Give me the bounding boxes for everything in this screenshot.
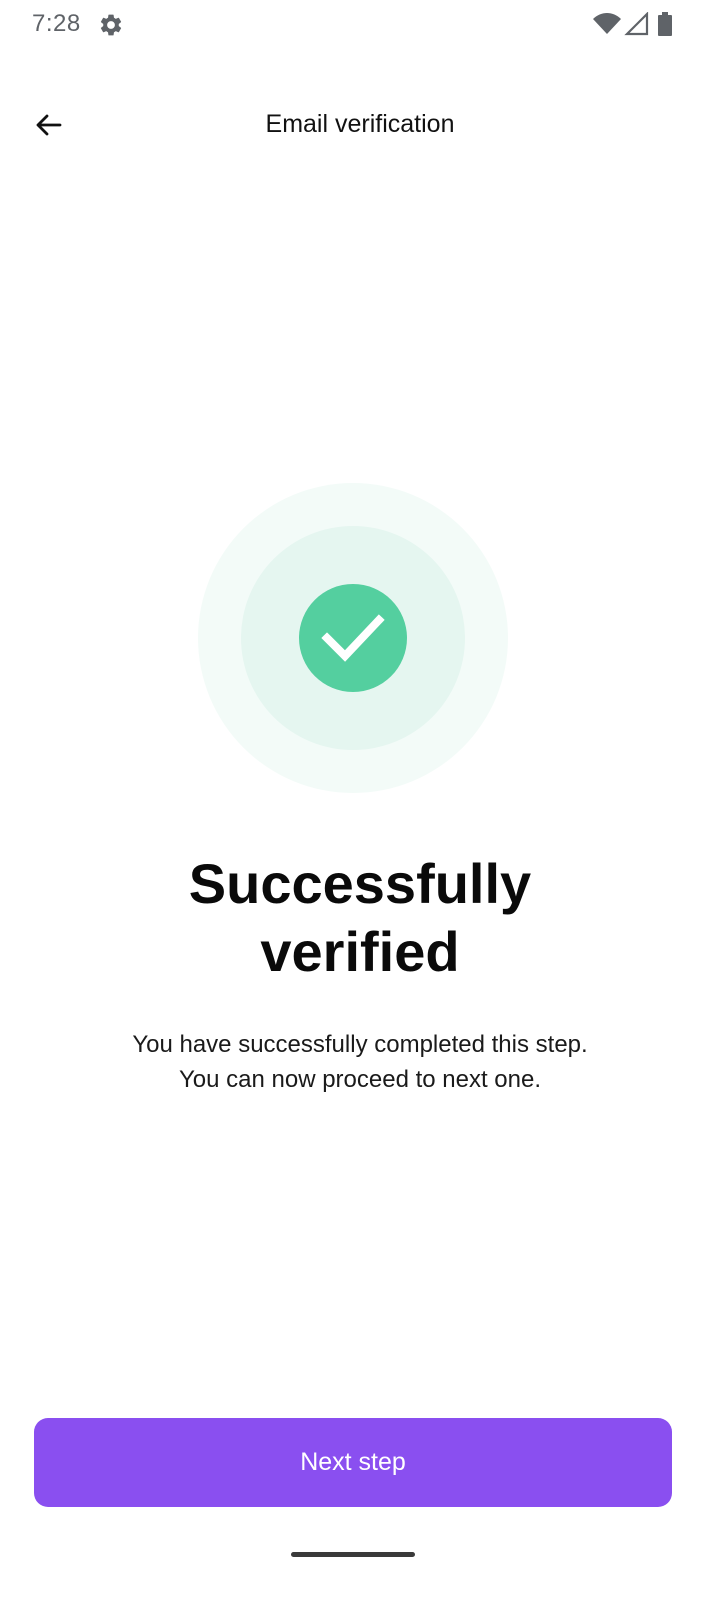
status-time: 7:28 xyxy=(32,10,81,37)
status-bar: 7:28 xyxy=(0,0,720,50)
success-badge xyxy=(299,584,407,692)
heading-line-2: verified xyxy=(260,920,460,983)
success-illustration xyxy=(198,483,508,793)
description-line-1: You have successfully completed this ste… xyxy=(132,1031,588,1058)
signal-icon xyxy=(624,12,649,36)
gear-icon xyxy=(100,14,122,36)
success-heading: Successfully verified xyxy=(60,850,660,986)
next-step-button[interactable]: Next step xyxy=(34,1418,672,1507)
check-icon xyxy=(321,614,385,662)
success-description: You have successfully completed this ste… xyxy=(40,1027,680,1097)
home-indicator[interactable] xyxy=(291,1552,415,1557)
description-line-2: You can now proceed to next one. xyxy=(178,1066,542,1093)
wifi-icon xyxy=(593,13,621,34)
app-header: Email verification xyxy=(0,90,720,160)
heading-line-1: Successfully xyxy=(188,852,532,915)
page-title: Email verification xyxy=(265,110,455,138)
battery-icon xyxy=(658,12,672,36)
